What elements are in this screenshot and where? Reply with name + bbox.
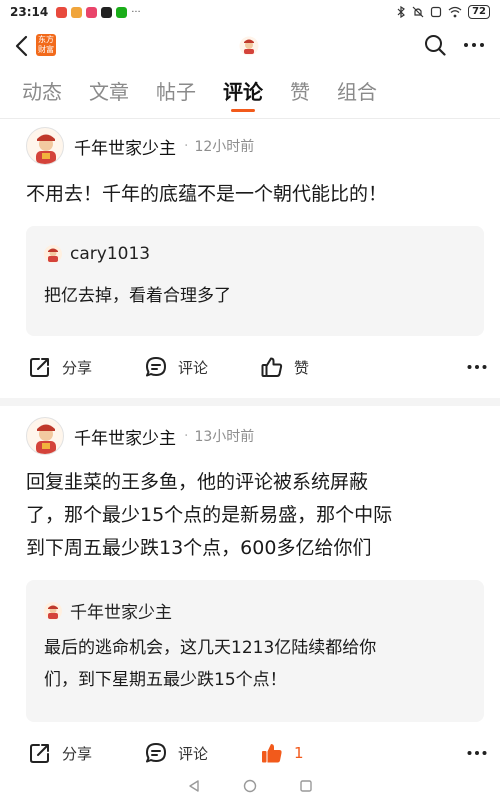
search-icon[interactable] [424,34,446,56]
username[interactable]: 千年世家少主 [74,134,176,159]
quote-avatar [44,245,62,263]
tab-portfolios[interactable]: 组合 [337,74,377,110]
post-time: 12小时前 [194,139,255,155]
app-logo[interactable]: 东方财富 [36,34,56,56]
profile-tabs: 动态 文章 帖子 评论 赞 组合 [0,74,500,114]
action-bar: 分享 评论 赞 [28,352,488,382]
action-bar: 分享 评论 1 [28,738,488,768]
comment-icon [146,357,167,377]
post-header: 千年世家少主 · 13小时前 [26,416,254,456]
quote-text: 最后的逃命机会，这几天1213亿陆续都给你 们，到下星期五最少跌15个点！ [44,632,474,696]
nfc-icon [430,6,442,18]
share-button[interactable]: 分享 [28,741,92,765]
post-time: 13小时前 [194,429,255,445]
tab-articles[interactable]: 文章 [89,74,129,110]
wifi-icon [448,6,462,18]
quote-avatar [44,601,62,620]
like-button[interactable]: 赞 [260,355,309,379]
quoted-comment[interactable]: 千年世家少主 最后的逃命机会，这几天1213亿陆续都给你 们，到下星期五最少跌1… [26,580,484,722]
comment-card: 千年世家少主 · 12小时前 不用去！千年的底蕴不是一个朝代能比的！ cary1… [0,126,500,398]
comment-button[interactable]: 评论 [144,741,208,765]
quote-header: 千年世家少主 [44,598,172,623]
post-header: 千年世家少主 · 12小时前 [26,126,254,166]
quoted-comment[interactable]: cary1013 把亿去掉，看着合理多了 [26,226,484,336]
more-horizontal-icon[interactable] [466,358,488,376]
comment-label: 评论 [178,358,209,377]
chevron-left-icon[interactable] [12,34,32,58]
avatar-icon [239,36,259,56]
separator-dot: · [184,428,189,444]
post-divider [0,398,500,406]
like-count: 1 [294,744,304,762]
like-button[interactable]: 1 [260,741,304,765]
comment-icon [146,743,167,763]
quote-text: 把亿去掉，看着合理多了 [44,286,231,306]
tab-likes[interactable]: 赞 [290,74,310,110]
status-time: 23:14 [10,5,49,19]
avatar[interactable] [26,417,64,455]
nav-back-icon[interactable] [187,779,201,793]
status-more-icon: ··· [131,6,141,18]
share-label: 分享 [62,358,93,377]
quote-text-line: 最后的逃命机会，这几天1213亿陆续都给你 [44,638,377,658]
share-icon [30,358,49,377]
thumbs-up-filled-icon [262,744,282,763]
nav-recents-icon[interactable] [299,779,313,793]
username[interactable]: 千年世家少主 [74,424,176,449]
tab-comments[interactable]: 评论 [223,74,263,112]
like-label: 赞 [294,358,310,377]
avatar-icon [36,134,56,164]
app-icon [56,6,68,18]
system-nav-bar [0,772,500,800]
app-icon [101,6,113,18]
app-icon [116,6,128,18]
share-icon [30,744,49,763]
quote-username[interactable]: cary1013 [70,244,150,264]
comment-text-line: 到下周五最少跌13个点，600多亿给你们 [26,537,372,559]
share-label: 分享 [62,744,93,763]
more-horizontal-icon[interactable] [462,36,486,54]
comment-text[interactable]: 不用去！千年的底蕴不是一个朝代能比的！ [26,178,478,211]
more-horizontal-icon[interactable] [466,744,488,762]
comment-card: 千年世家少主 · 13小时前 回复韭菜的王多鱼，他的评论被系统屏蔽 了，那个最少… [0,416,500,772]
thumbs-up-icon [261,357,283,377]
quote-username[interactable]: 千年世家少主 [70,598,172,623]
nav-home-icon[interactable] [243,779,257,793]
avatar-icon [36,424,56,454]
bluetooth-icon [397,6,406,18]
tab-dynamic[interactable]: 动态 [22,74,62,110]
comment-text[interactable]: 回复韭菜的王多鱼，他的评论被系统屏蔽 了，那个最少15个点的是新易盛，那个中际 … [26,466,478,565]
comment-text-line: 回复韭菜的王多鱼，他的评论被系统屏蔽 [26,471,369,493]
status-right: 72 [396,5,490,19]
comment-label: 评论 [178,744,209,763]
app-icon [71,6,83,18]
status-bar: 23:14 ··· 72 [0,0,500,24]
share-button[interactable]: 分享 [28,355,92,379]
battery-indicator: 72 [468,5,490,19]
mute-icon [412,6,424,18]
comment-text-line: 了，那个最少15个点的是新易盛，那个中际 [26,504,393,526]
separator-dot: · [184,138,189,154]
quote-text-line: 们，到下星期五最少跌15个点！ [44,670,287,690]
avatar[interactable] [26,127,64,165]
app-icon [86,6,98,18]
tabs-divider [0,118,500,119]
avatar-icon [48,605,58,619]
comment-button[interactable]: 评论 [144,355,208,379]
avatar-icon [48,248,58,262]
status-app-icons: ··· [56,6,141,18]
quote-header: cary1013 [44,244,150,264]
tab-posts[interactable]: 帖子 [156,74,196,110]
top-bar: 东方财富 [0,28,500,64]
